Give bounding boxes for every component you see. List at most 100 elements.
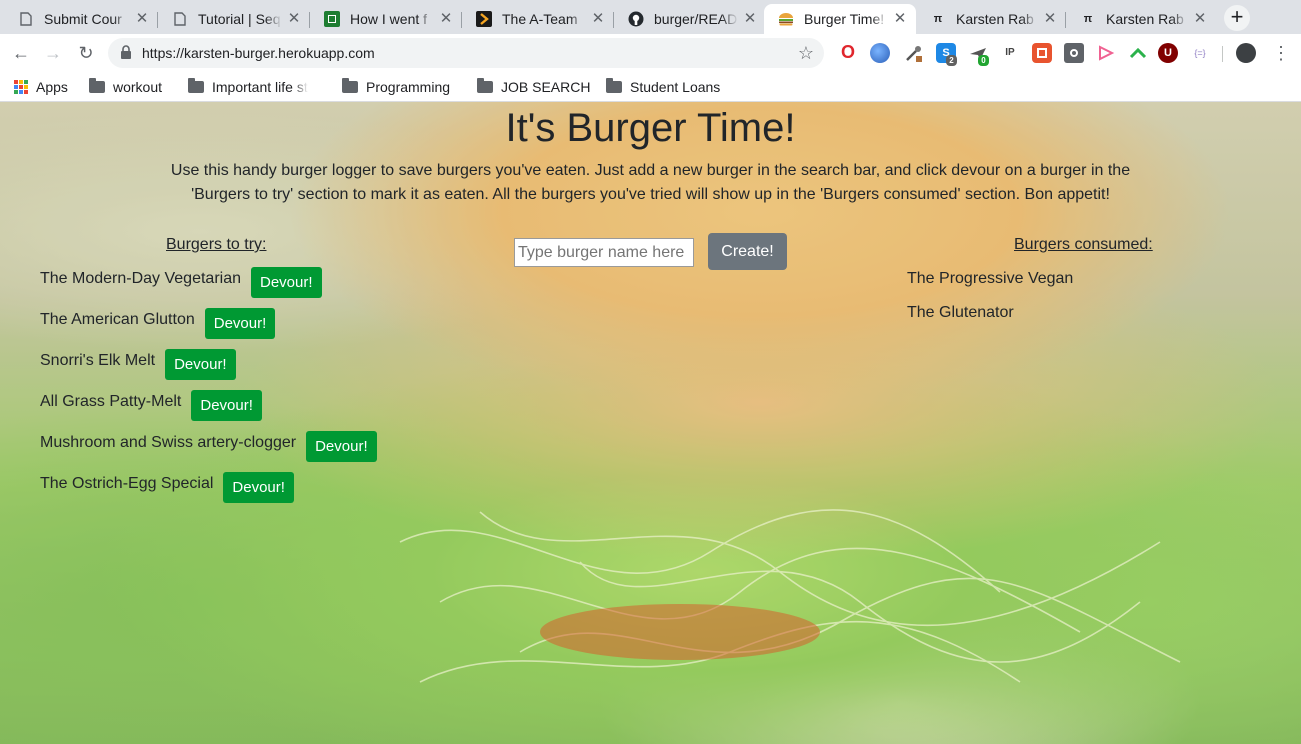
back-arrow-icon[interactable]: ← xyxy=(10,42,32,64)
devour-button[interactable]: Devour! xyxy=(204,307,276,339)
devour-button[interactable]: Devour! xyxy=(306,430,377,462)
eyedropper-icon[interactable] xyxy=(904,43,924,63)
tab-label: Karsten Rab xyxy=(1106,11,1184,27)
tab-karsten-2[interactable]: π Karsten Rab ✕ xyxy=(1066,4,1216,34)
bookmark-label: Apps xyxy=(36,79,68,95)
bookmarks-bar: Apps workout Important life st Programmi… xyxy=(0,72,1301,102)
play-icon[interactable] xyxy=(1096,43,1116,63)
folder-icon xyxy=(606,78,622,93)
forward-arrow-icon[interactable]: → xyxy=(42,42,64,64)
bookmark-label: Programming xyxy=(366,79,451,95)
address-bar[interactable]: https://karsten-burger.herokuapp.com ☆ xyxy=(108,38,824,68)
tab-label: Tutorial | Seq xyxy=(198,11,281,27)
list-item-to-try: All Grass Patty-Melt Devour! xyxy=(40,389,262,421)
devour-button[interactable]: Devour! xyxy=(223,471,294,503)
bookmark-important-life[interactable]: Important life st xyxy=(188,77,328,97)
browser-toolbar: ← → ↻ https://karsten-burger.herokuapp.c… xyxy=(0,34,1301,72)
reload-icon[interactable]: ↻ xyxy=(75,42,97,64)
burger-name: Snorri's Elk Melt xyxy=(40,352,156,369)
globe-icon[interactable] xyxy=(870,43,890,63)
bookmark-job-search[interactable]: JOB SEARCH xyxy=(477,77,590,97)
tab-tutorial[interactable]: Tutorial | Seq ✕ xyxy=(158,4,310,34)
create-button[interactable]: Create! xyxy=(708,233,787,270)
close-icon[interactable]: ✕ xyxy=(1042,11,1058,27)
burgers-consumed-heading: Burgers consumed: xyxy=(1014,236,1153,253)
menu-icon[interactable]: ⋮ xyxy=(1272,43,1290,64)
close-icon[interactable]: ✕ xyxy=(134,11,150,27)
tab-label: How I went f xyxy=(350,11,428,27)
green-app-icon xyxy=(324,11,340,27)
burger-app: It's Burger Time! Use this handy burger … xyxy=(0,102,1301,744)
tab-how-i-went[interactable]: How I went f ✕ xyxy=(310,4,462,34)
a-team-icon xyxy=(476,11,492,27)
new-tab-button[interactable]: + xyxy=(1224,5,1250,31)
bookmark-label: Important life st xyxy=(212,79,308,95)
shield-icon[interactable] xyxy=(1064,43,1084,63)
ip-icon[interactable]: IP xyxy=(1000,43,1020,63)
intro-text: Use this handy burger logger to save bur… xyxy=(170,162,1131,203)
bookmark-label: JOB SEARCH xyxy=(501,79,591,95)
bookmark-label: Student Loans xyxy=(630,79,721,95)
folder-icon xyxy=(188,78,204,93)
list-item-consumed: The Glutenator xyxy=(907,304,1014,321)
list-item-consumed: The Progressive Vegan xyxy=(907,270,1074,287)
tab-burger-time[interactable]: Burger Time! ✕ xyxy=(764,4,916,34)
close-icon[interactable]: ✕ xyxy=(742,11,758,27)
devour-button[interactable]: Devour! xyxy=(251,266,322,298)
page-viewport: It's Burger Time! Use this handy burger … xyxy=(0,102,1301,744)
folder-icon xyxy=(342,78,358,93)
list-item-to-try: Snorri's Elk Melt Devour! xyxy=(40,348,236,380)
opera-icon[interactable]: O xyxy=(838,43,858,63)
incognito-avatar-icon[interactable] xyxy=(1236,43,1256,63)
json-formatter-icon[interactable]: {=} xyxy=(1190,43,1210,63)
tab-submit-course[interactable]: Submit Cour ✕ xyxy=(4,4,158,34)
tab-label: Submit Cour xyxy=(44,11,122,27)
close-icon[interactable]: ✕ xyxy=(286,11,302,27)
folder-icon xyxy=(89,78,105,93)
screenshot-icon[interactable] xyxy=(1032,43,1052,63)
tab-a-team[interactable]: The A-Team ✕ xyxy=(462,4,614,34)
close-icon[interactable]: ✕ xyxy=(590,11,606,27)
list-item-to-try: The American Glutton Devour! xyxy=(40,307,276,339)
devour-button[interactable]: Devour! xyxy=(165,348,236,380)
pi-icon: π xyxy=(1083,13,1093,25)
burger-name: The Ostrich-Egg Special xyxy=(40,475,214,492)
list-item-to-try: The Modern-Day Vegetarian Devour! xyxy=(40,266,322,298)
tab-label: Burger Time! xyxy=(804,11,885,27)
tab-strip: Submit Cour ✕ Tutorial | Seq ✕ How I wen… xyxy=(0,0,1301,34)
document-icon xyxy=(172,11,188,27)
list-item-to-try: Mushroom and Swiss artery-clogger Devour… xyxy=(40,430,377,462)
bookmark-apps[interactable]: Apps xyxy=(14,77,68,97)
burger-name: The Modern-Day Vegetarian xyxy=(40,270,241,287)
url-text: https://karsten-burger.herokuapp.com xyxy=(142,45,375,61)
burger-name: All Grass Patty-Melt xyxy=(40,393,182,410)
folder-icon xyxy=(477,78,493,93)
devour-button[interactable]: Devour! xyxy=(191,389,262,421)
pi-icon: π xyxy=(933,13,943,25)
close-icon[interactable]: ✕ xyxy=(1192,11,1208,27)
close-icon[interactable]: ✕ xyxy=(438,11,454,27)
bookmark-label: workout xyxy=(113,79,163,95)
apps-grid-icon xyxy=(14,80,28,94)
tab-karsten-1[interactable]: π Karsten Rab ✕ xyxy=(916,4,1066,34)
bookmark-student-loans[interactable]: Student Loans xyxy=(606,77,720,97)
burger-name-input[interactable] xyxy=(514,238,694,267)
github-icon xyxy=(628,11,644,27)
burgers-to-try-heading: Burgers to try: xyxy=(166,236,267,253)
lock-icon xyxy=(120,45,136,61)
tab-github-readme[interactable]: burger/READ ✕ xyxy=(614,4,766,34)
close-icon[interactable]: ✕ xyxy=(892,11,908,27)
bookmark-programming[interactable]: Programming xyxy=(342,77,450,97)
bookmark-workout[interactable]: workout xyxy=(89,77,162,97)
burger-name: Mushroom and Swiss artery-clogger xyxy=(40,434,297,451)
tab-label: burger/READ xyxy=(654,11,738,27)
ublock-icon[interactable]: U xyxy=(1158,43,1178,63)
burger-icon xyxy=(778,11,794,27)
bookmark-star-icon[interactable]: ☆ xyxy=(798,43,814,64)
list-item-to-try: The Ostrich-Egg Special Devour! xyxy=(40,471,294,503)
bluecheck-badge: 0 xyxy=(978,55,989,66)
feedly-icon[interactable] xyxy=(1128,43,1148,63)
page-title: It's Burger Time! xyxy=(505,106,796,150)
document-icon xyxy=(18,11,34,27)
tab-label: Karsten Rab xyxy=(956,11,1034,27)
